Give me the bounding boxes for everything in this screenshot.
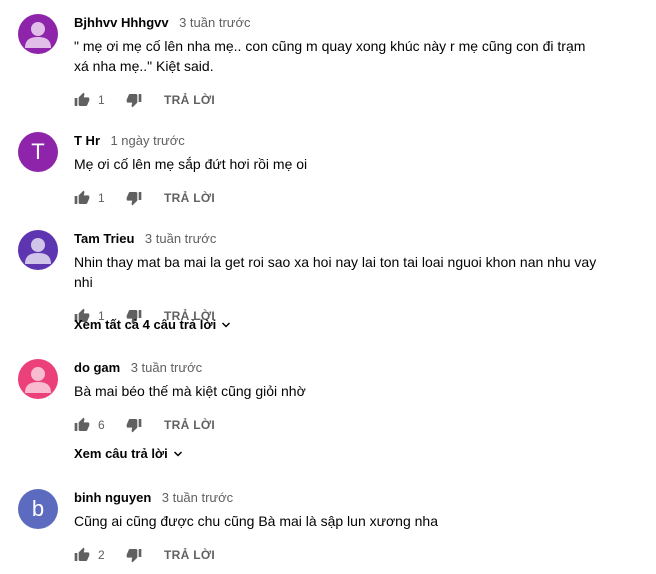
thumbs-up-icon[interactable]	[74, 92, 90, 108]
comment-text: " mẹ ơi mẹ cố lên nha mẹ.. con cũng m qu…	[74, 38, 586, 74]
avatar[interactable]	[18, 359, 58, 399]
view-replies-button[interactable]: Xem câu trả lời	[74, 446, 184, 461]
author-name[interactable]: do gam	[74, 360, 120, 375]
comment-body: do gam 3 tuần trước Bà mai béo thế mà ki…	[74, 359, 648, 437]
avatar[interactable]: T	[18, 132, 58, 172]
timestamp[interactable]: 3 tuần trước	[179, 15, 250, 30]
person-icon	[25, 238, 51, 264]
timestamp[interactable]: 1 ngày trước	[110, 133, 184, 148]
author-name[interactable]: Tam Trieu	[74, 231, 134, 246]
reply-button[interactable]: TRẢ LỜI	[164, 191, 215, 205]
like-count: 2	[98, 548, 105, 562]
like-count: 1	[98, 191, 105, 205]
comment-text: Mẹ ơi cố lên mẹ sắp đứt hơi rồi mẹ oi	[74, 156, 308, 172]
avatar[interactable]	[18, 230, 58, 270]
person-icon	[25, 22, 51, 48]
comment-header: T Hr 1 ngày trước	[74, 132, 648, 150]
comment-body: T Hr 1 ngày trước Mẹ ơi cố lên mẹ sắp đứ…	[74, 132, 648, 210]
avatar[interactable]	[18, 14, 58, 54]
comment-text: Cũng ai cũng được chu cũng Bà mai là sập…	[74, 513, 438, 529]
comment-body: binh nguyen 3 tuần trước Cũng ai cũng đư…	[74, 489, 648, 567]
person-icon	[25, 367, 51, 393]
comment-header: do gam 3 tuần trước	[74, 359, 648, 377]
comment-actions: 1 TRẢ LỜI	[74, 88, 648, 112]
comment-actions: 2 TRẢ LỜI	[74, 543, 648, 567]
thumbs-down-icon[interactable]	[126, 417, 142, 433]
comment-body: Bjhhvv Hhhgvv 3 tuần trước " mẹ ơi mẹ cố…	[74, 14, 648, 112]
author-name[interactable]: binh nguyen	[74, 490, 151, 505]
avatar-letter: b	[31, 496, 45, 521]
comment-actions: 1 TRẢ LỜI	[74, 186, 648, 210]
thumbs-up-icon[interactable]	[74, 417, 90, 433]
comment-header: Bjhhvv Hhhgvv 3 tuần trước	[74, 14, 648, 32]
avatar-letter: T	[31, 139, 45, 164]
comment-actions: 6 TRẢ LỜI	[74, 413, 648, 437]
like-count: 6	[98, 418, 105, 432]
thumbs-down-icon[interactable]	[126, 547, 142, 563]
comment-body: Tam Trieu 3 tuần trước Nhin thay mat ba …	[74, 230, 648, 328]
reply-button[interactable]: TRẢ LỜI	[164, 418, 215, 432]
timestamp[interactable]: 3 tuần trước	[162, 490, 233, 505]
thumbs-down-icon[interactable]	[126, 190, 142, 206]
chevron-down-icon	[222, 321, 231, 328]
author-name[interactable]: Bjhhvv Hhhgvv	[74, 15, 169, 30]
thumbs-down-icon[interactable]	[126, 92, 142, 108]
avatar[interactable]: b	[18, 489, 58, 529]
view-replies-button[interactable]: Xem tất cả 4 câu trả lời	[74, 317, 232, 332]
reply-button[interactable]: TRẢ LỜI	[164, 548, 215, 562]
comment-text: Bà mai béo thế mà kiệt cũng giỏi nhờ	[74, 383, 306, 399]
comment-text: Nhin thay mat ba mai la get roi sao xa h…	[74, 254, 597, 290]
comment-header: binh nguyen 3 tuần trước	[74, 489, 648, 507]
author-name[interactable]: T Hr	[74, 133, 100, 148]
timestamp[interactable]: 3 tuần trước	[131, 360, 202, 375]
thumbs-up-icon[interactable]	[74, 547, 90, 563]
view-replies-label: Xem tất cả 4 câu trả lời	[74, 317, 217, 332]
thumbs-up-icon[interactable]	[74, 190, 90, 206]
like-count: 1	[98, 93, 105, 107]
comment-header: Tam Trieu 3 tuần trước	[74, 230, 648, 248]
chevron-down-icon	[173, 450, 182, 457]
reply-button[interactable]: TRẢ LỜI	[164, 93, 215, 107]
timestamp[interactable]: 3 tuần trước	[145, 231, 216, 246]
view-replies-label: Xem câu trả lời	[74, 446, 168, 461]
